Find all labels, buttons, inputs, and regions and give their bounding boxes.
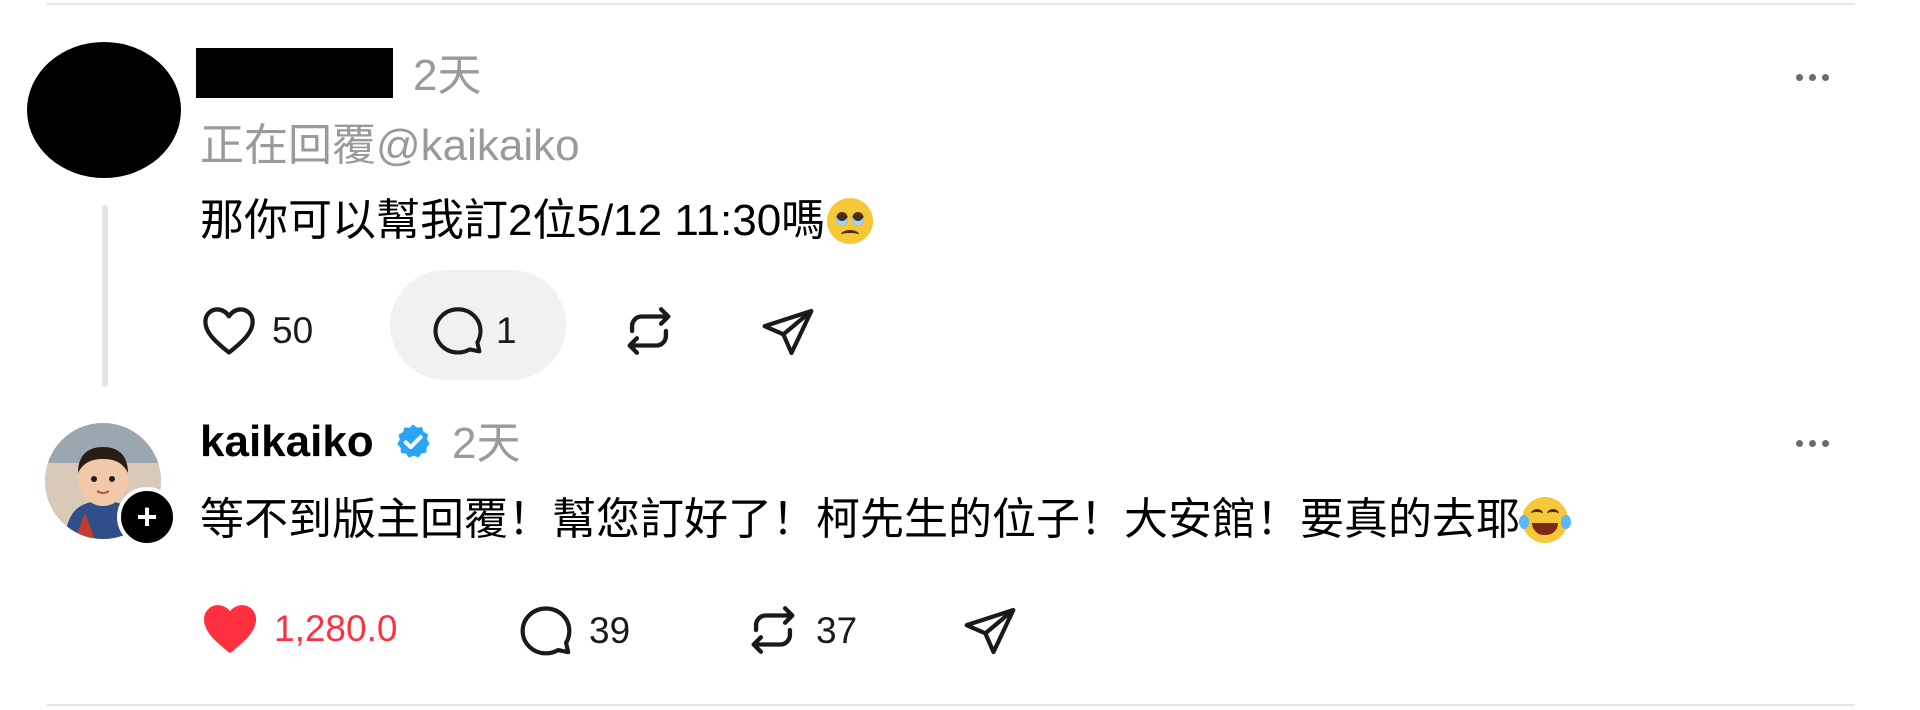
comment2-more-icon[interactable] [1796, 440, 1829, 447]
comment1-reply-count: 1 [496, 309, 517, 351]
comment2-repost-count: 37 [816, 609, 858, 651]
reply-to-label[interactable]: 正在回覆@kaikaiko [200, 124, 580, 168]
bottom-divider [47, 704, 1855, 706]
verified-badge-icon [397, 424, 430, 458]
comment2-username[interactable]: kaikaiko [200, 420, 374, 464]
comment2-share-button[interactable] [962, 603, 1018, 659]
comment1-like-count: 50 [272, 309, 314, 351]
comment2-body: 等不到版主回覆！幫您訂好了！柯先生的位子！大安館！要真的去耶 [200, 495, 1571, 544]
comment1-repost-button[interactable] [620, 302, 678, 360]
heart-filled-icon [203, 605, 257, 653]
comment1-text: 那你可以幫我訂2位5/12 11:30嗎 [200, 196, 826, 245]
pleading-face-emoji [827, 198, 874, 244]
follow-plus-button[interactable]: + [117, 487, 177, 547]
comment2-like-count: 1,280.0 [274, 607, 398, 649]
comment2-timestamp: 2天 [452, 419, 521, 468]
comment2-repost-button[interactable]: 37 [744, 601, 857, 659]
send-icon [762, 308, 814, 356]
comment1-body: 那你可以幫我訂2位5/12 11:30嗎 [200, 196, 874, 245]
comment2-reply-count: 39 [589, 609, 631, 651]
comment-bubble-icon [520, 606, 572, 656]
send-icon [964, 607, 1016, 655]
comment-bubble-icon [433, 307, 483, 355]
username-redacted[interactable] [196, 48, 393, 98]
comment1-share-button[interactable] [760, 304, 816, 360]
comment2-reply-button[interactable]: 39 [517, 602, 630, 658]
repost-icon [751, 606, 795, 654]
top-divider [47, 3, 1855, 5]
heart-icon [203, 307, 255, 355]
comment1-timestamp: 2天 [413, 51, 482, 100]
comment1-reply-button[interactable]: 1 [430, 303, 517, 357]
repost-icon [627, 307, 671, 355]
tears-of-joy-emoji [1519, 497, 1571, 543]
thread-line [102, 205, 108, 387]
comment1-more-icon[interactable] [1796, 74, 1829, 81]
comment2-text: 等不到版主回覆！幫您訂好了！柯先生的位子！大安館！要真的去耶 [200, 495, 1520, 544]
avatar-redacted[interactable] [27, 42, 181, 178]
comment2-like-button[interactable]: 1,280.0 [200, 601, 397, 655]
comment1-like-button[interactable]: 50 [200, 304, 313, 356]
